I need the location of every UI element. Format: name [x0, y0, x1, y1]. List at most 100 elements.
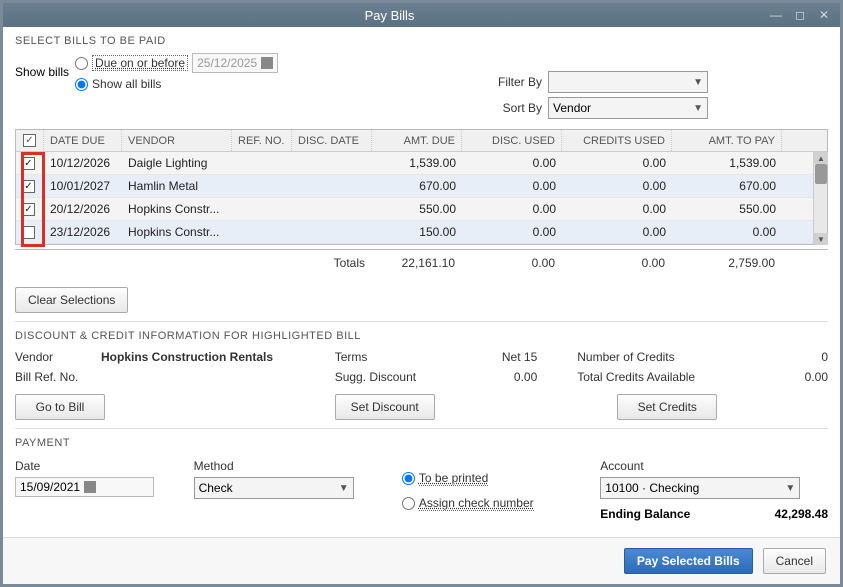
content-area: SELECT BILLS TO BE PAID Show bills Due o… — [3, 27, 840, 537]
table-body: ✓10/12/2026Daigle Lighting1,539.000.000.… — [16, 152, 827, 244]
num-credits-label: Number of Credits — [577, 350, 737, 366]
th-disc-used[interactable]: DISC. USED — [462, 130, 562, 151]
cancel-button[interactable]: Cancel — [763, 548, 826, 574]
filter-row: Show bills Due on or before 25/12/2025 S… — [15, 53, 828, 119]
payment-method-label: Method — [194, 459, 362, 473]
cell-amt-due: 150.00 — [372, 225, 462, 239]
window-controls: — ◻ ✕ — [768, 7, 832, 23]
close-icon[interactable]: ✕ — [816, 7, 832, 23]
show-bills-group: Show bills Due on or before 25/12/2025 S… — [15, 53, 278, 91]
totals-disc-used: 0.00 — [461, 256, 561, 270]
cell-amt-to-pay: 0.00 — [672, 225, 782, 239]
row-checkbox[interactable]: ✓ — [22, 180, 35, 193]
clear-selections-button[interactable]: Clear Selections — [15, 287, 128, 313]
scroll-down-icon[interactable]: ▼ — [814, 233, 828, 245]
chevron-down-icon: ▼ — [785, 483, 795, 494]
vendor-value: Hopkins Construction Rentals — [101, 350, 273, 366]
go-to-bill-button[interactable]: Go to Bill — [15, 394, 105, 420]
total-credits-label: Total Credits Available — [577, 370, 737, 386]
total-credits-value: 0.00 — [743, 370, 828, 386]
th-disc-date[interactable]: DISC. DATE — [292, 130, 372, 151]
payment-account-dropdown[interactable]: 10100 · Checking ▼ — [600, 477, 800, 499]
th-credits-used[interactable]: CREDITS USED — [562, 130, 672, 151]
vendor-label: Vendor — [15, 350, 95, 366]
totals-row: Totals 22,161.10 0.00 0.00 2,759.00 — [15, 249, 828, 275]
sort-by-dropdown[interactable]: Vendor ▼ — [548, 97, 708, 119]
set-credits-button[interactable]: Set Credits — [617, 394, 717, 420]
cell-credits-used: 0.00 — [562, 179, 672, 193]
table-row[interactable]: ✓20/12/2026Hopkins Constr...550.000.000.… — [16, 198, 827, 221]
radio-due-on-before[interactable]: Due on or before 25/12/2025 — [75, 53, 278, 73]
row-checkbox[interactable]: ✓ — [22, 157, 35, 170]
show-bills-label: Show bills — [15, 65, 69, 79]
to-be-printed-label: To be printed — [419, 471, 488, 486]
radio-due-label[interactable]: Due on or before — [92, 55, 188, 71]
radio-to-be-printed[interactable]: To be printed — [402, 471, 560, 486]
th-amt-due[interactable]: AMT. DUE — [372, 130, 462, 151]
payment-method-value: Check — [199, 481, 233, 495]
set-discount-button[interactable]: Set Discount — [335, 394, 435, 420]
payment-account-value: 10100 · Checking — [605, 481, 699, 495]
num-credits-value: 0 — [743, 350, 828, 366]
maximize-icon[interactable]: ◻ — [792, 7, 808, 23]
chevron-down-icon: ▼ — [693, 103, 703, 114]
scroll-up-icon[interactable]: ▲ — [814, 152, 828, 164]
terms-value: Net 15 — [441, 350, 538, 366]
cell-amt-due: 670.00 — [372, 179, 462, 193]
radio-all-input[interactable] — [75, 78, 88, 91]
cell-disc-used: 0.00 — [462, 156, 562, 170]
cell-amt-to-pay: 1,539.00 — [672, 156, 782, 170]
row-checkbox[interactable]: ✓ — [22, 203, 35, 216]
cell-vendor: Daigle Lighting — [122, 156, 232, 170]
cell-disc-used: 0.00 — [462, 225, 562, 239]
chevron-down-icon: ▼ — [339, 483, 349, 494]
cell-credits-used: 0.00 — [562, 225, 672, 239]
th-ref-no[interactable]: REF. NO. — [232, 130, 292, 151]
vertical-scrollbar[interactable]: ▲ ▼ — [813, 152, 827, 245]
radio-due-input[interactable] — [75, 57, 88, 70]
payment-account-label: Account — [600, 459, 828, 473]
pay-selected-bills-button[interactable]: Pay Selected Bills — [624, 548, 753, 574]
th-amt-to-pay[interactable]: AMT. TO PAY — [672, 130, 782, 151]
bills-table: ✓ DATE DUE VENDOR REF. NO. DISC. DATE AM… — [15, 129, 828, 245]
scroll-thumb[interactable] — [815, 164, 827, 184]
payment-date-label: Date — [15, 459, 154, 473]
filter-by-dropdown[interactable]: ▼ — [548, 71, 708, 93]
th-vendor[interactable]: VENDOR — [122, 130, 232, 151]
th-date-due[interactable]: DATE DUE — [44, 130, 122, 151]
terms-label: Terms — [335, 350, 435, 366]
cell-disc-used: 0.00 — [462, 202, 562, 216]
sugg-disc-label: Sugg. Discount — [335, 370, 435, 386]
payment-method-dropdown[interactable]: Check ▼ — [194, 477, 354, 499]
table-row[interactable]: ✓10/12/2026Daigle Lighting1,539.000.000.… — [16, 152, 827, 175]
assign-check-label: Assign check number — [419, 496, 534, 511]
sugg-disc-value: 0.00 — [441, 370, 538, 386]
info-section: VendorHopkins Construction Rentals Bill … — [15, 350, 828, 420]
sort-by-label: Sort By — [492, 101, 542, 115]
cell-vendor: Hamlin Metal — [122, 179, 232, 193]
radio-all-label: Show all bills — [92, 77, 161, 91]
th-check-all[interactable]: ✓ — [16, 130, 44, 151]
filter-sort-group: Filter By ▼ Sort By Vendor ▼ — [492, 71, 708, 119]
radio-show-all[interactable]: Show all bills — [75, 77, 278, 91]
filter-by-label: Filter By — [492, 75, 542, 89]
minimize-icon[interactable]: — — [768, 7, 784, 23]
table-row[interactable]: ✓10/01/2027Hamlin Metal670.000.000.00670… — [16, 175, 827, 198]
row-checkbox[interactable] — [22, 226, 35, 239]
totals-label: Totals — [291, 256, 371, 270]
checkbox-icon[interactable]: ✓ — [23, 134, 36, 147]
due-date-value: 25/12/2025 — [197, 56, 257, 70]
calendar-icon — [261, 57, 273, 69]
cell-disc-used: 0.00 — [462, 179, 562, 193]
cell-amt-to-pay: 670.00 — [672, 179, 782, 193]
ending-balance-label: Ending Balance — [600, 507, 690, 521]
due-date-input[interactable]: 25/12/2025 — [192, 53, 278, 73]
radio-assign-check[interactable]: Assign check number — [402, 496, 560, 511]
table-row[interactable]: 23/12/2026Hopkins Constr...150.000.000.0… — [16, 221, 827, 244]
cell-amt-due: 550.00 — [372, 202, 462, 216]
cell-amt-to-pay: 550.00 — [672, 202, 782, 216]
totals-credits-used: 0.00 — [561, 256, 671, 270]
cell-vendor: Hopkins Constr... — [122, 202, 232, 216]
table-header: ✓ DATE DUE VENDOR REF. NO. DISC. DATE AM… — [16, 130, 827, 152]
payment-date-input[interactable]: 15/09/2021 — [15, 477, 154, 497]
